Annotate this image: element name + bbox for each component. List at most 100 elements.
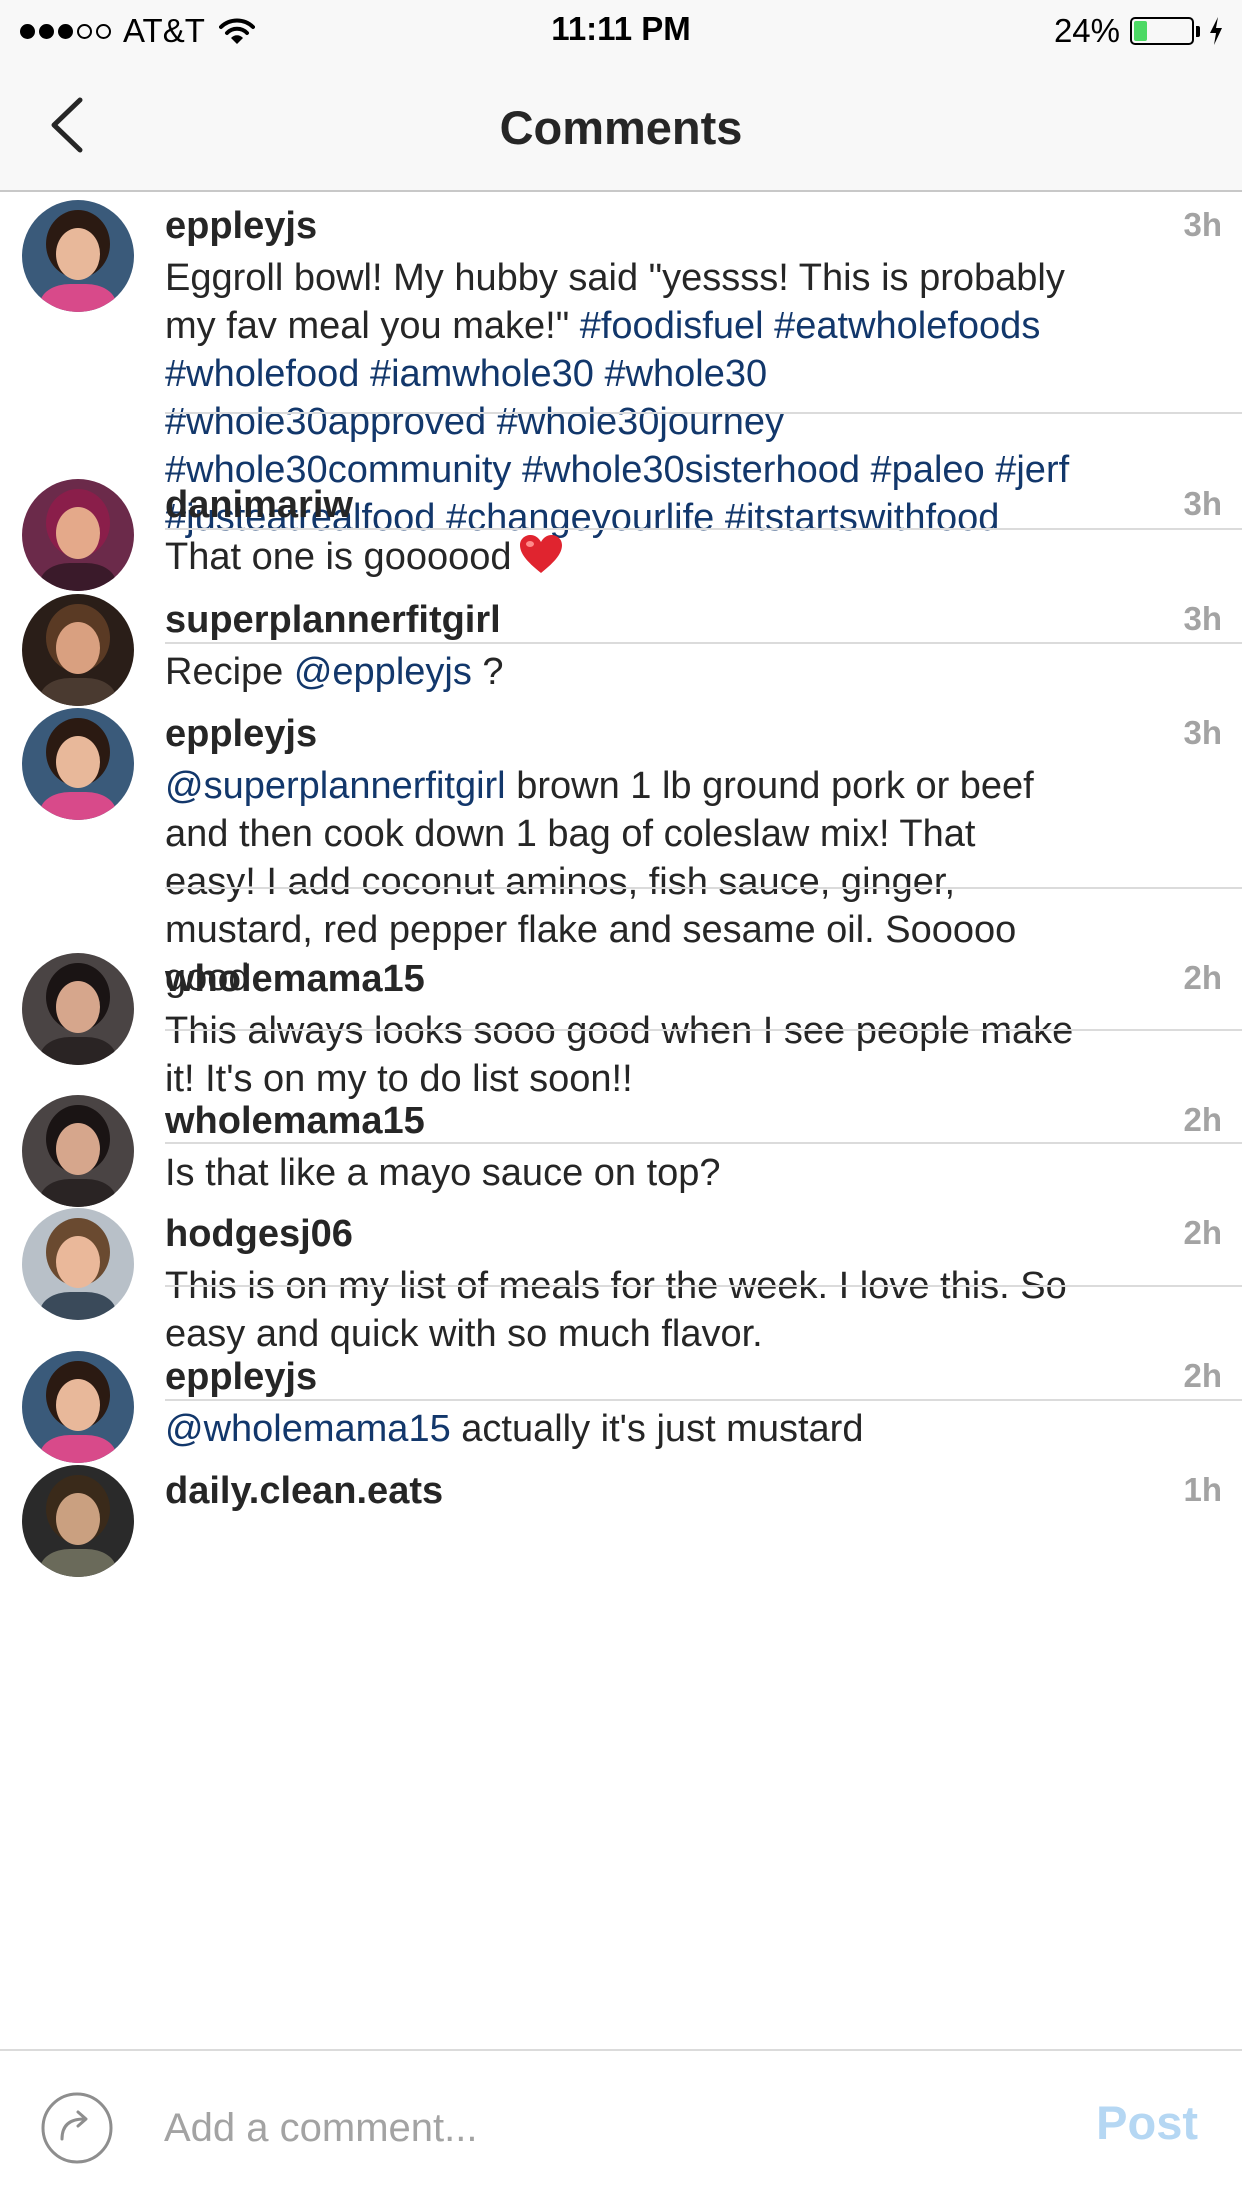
comment-body: wholemama15 2h Is that like a mayo sauce o…: [165, 1099, 1222, 1197]
comment-username[interactable]: wholemama15: [165, 1099, 1222, 1143]
comment-body: superplannerfitgirl 3h Recipe @eppleyjs ?: [165, 598, 1222, 696]
comment-text-segment: easy! I add coconut aminos, fish sauce, …: [165, 861, 956, 903]
avatar[interactable]: [22, 594, 134, 706]
divider: [165, 642, 1242, 644]
divider: [165, 887, 1242, 889]
status-right: 24%: [1054, 10, 1224, 52]
comment-input[interactable]: [164, 2095, 1024, 2161]
comment-username[interactable]: eppleyjs: [165, 204, 1222, 248]
comment-timestamp: 1h: [1183, 1471, 1222, 1508]
mention-link[interactable]: @eppleyjs: [294, 651, 472, 693]
avatar[interactable]: [22, 479, 134, 591]
comment-username[interactable]: wholemama15: [165, 957, 1222, 1001]
comment-text: Recipe @eppleyjs ?: [165, 648, 1222, 696]
status-bar: AT&T 11:11 PM 24%: [0, 0, 1242, 62]
avatar[interactable]: [22, 1465, 134, 1577]
comment-text-segment: Recipe: [165, 651, 294, 693]
divider: [165, 528, 1242, 530]
comment-timestamp: 2h: [1183, 1101, 1222, 1138]
comment-text-segment: and then cook down 1 bag of coleslaw mix…: [165, 813, 976, 855]
divider: [165, 1285, 1242, 1287]
avatar[interactable]: [22, 1208, 134, 1320]
comment-text-line: Is that like a mayo sauce on top?: [165, 1149, 1222, 1197]
battery-percent: 24%: [1053, 12, 1120, 49]
navigation-bar: Comments: [0, 62, 1242, 192]
comment-text-line: #whole30approved #whole30journey: [165, 398, 1222, 446]
comment-timestamp: 2h: [1183, 1214, 1222, 1251]
post-button[interactable]: Post: [1096, 2095, 1198, 2150]
comment-body: daily.clean.eats 1h: [165, 1469, 1222, 1513]
hashtag-link[interactable]: #wholefood: [165, 353, 359, 395]
comment-text-line: Eggroll bowl! My hubby said "yessss! Thi…: [165, 254, 1222, 302]
comment-text-line: Recipe @eppleyjs ?: [165, 648, 1222, 696]
avatar[interactable]: [22, 1095, 134, 1207]
comment-text-line: That one is goooood: [165, 533, 1222, 581]
comment-text-line: easy and quick with so much flavor.: [165, 1310, 1222, 1358]
comment-username[interactable]: daily.clean.eats: [165, 1469, 1222, 1513]
divider: [165, 412, 1242, 414]
battery-icon: [1130, 17, 1194, 45]
hashtag-link[interactable]: #eatwholefoods: [774, 305, 1040, 347]
comment-text-segment: That one is goooood: [165, 536, 512, 578]
comment-timestamp: 3h: [1183, 600, 1222, 637]
avatar[interactable]: [22, 200, 134, 312]
page-title: Comments: [499, 101, 743, 154]
comment-text-segment: Eggroll bowl! My hubby said "yessss! Thi…: [165, 257, 1065, 299]
charging-bolt-icon: [1210, 17, 1222, 45]
comment-text-segment: it! It's on my to do list soon!!: [165, 1058, 633, 1100]
battery-level: [1134, 21, 1148, 41]
hashtag-link[interactable]: #whole30journey: [497, 401, 784, 443]
comment-username[interactable]: danimariw: [165, 483, 1222, 527]
comment-text-line: #wholefood #iamwhole30 #whole30: [165, 350, 1222, 398]
hashtag-link[interactable]: #foodisfuel: [580, 305, 764, 347]
comment-body: eppleyjs 2h @wholemama15 actually it's jus…: [165, 1355, 1222, 1453]
comment-text-segment: actually it's just mustard: [450, 1408, 864, 1450]
comment-text-segment: [594, 353, 605, 395]
comment-username[interactable]: superplannerfitgirl: [165, 598, 1222, 642]
comment-text-segment: ?: [471, 651, 504, 693]
comment-text-segment: Is that like a mayo sauce on top?: [165, 1152, 721, 1194]
comment-text-line: mustard, red pepper flake and sesame oil…: [165, 906, 1222, 954]
comment-text-line: @wholemama15 actually it's just mustard: [165, 1405, 1222, 1453]
hashtag-link[interactable]: #iamwhole30: [370, 353, 594, 395]
comment-username[interactable]: hodgesj06: [165, 1212, 1222, 1256]
divider: [165, 1399, 1242, 1401]
comment-composer: Post: [0, 2049, 1242, 2208]
comment-text-segment: [764, 305, 775, 347]
comment-text-segment: mustard, red pepper flake and sesame oil…: [165, 909, 1017, 951]
avatar[interactable]: [22, 708, 134, 820]
comment-text: That one is goooood: [165, 533, 1222, 581]
mention-link[interactable]: @wholemama15: [165, 1408, 451, 1450]
comment-text-line: @superplannerfitgirl brown 1 lb ground p…: [165, 762, 1222, 810]
comments-list[interactable]: eppleyjs 3h Eggroll bowl! My hubby said "y…: [0, 192, 1242, 2049]
comment-text-line: This always looks sooo good when I see p…: [165, 1007, 1222, 1055]
comment-timestamp: 3h: [1183, 714, 1222, 751]
heart-emoji-icon: [519, 535, 562, 573]
hashtag-link[interactable]: #whole30: [604, 353, 767, 395]
comment-text-segment: brown 1 lb ground pork or beef: [505, 765, 1034, 807]
comment-text-segment: [486, 401, 497, 443]
comment-text-segment: easy and quick with so much flavor.: [165, 1313, 763, 1355]
comment-timestamp: 2h: [1183, 959, 1222, 996]
comment-timestamp: 3h: [1183, 206, 1222, 243]
comment-text-segment: my fav meal you make!": [165, 305, 580, 347]
comment-username[interactable]: eppleyjs: [165, 1355, 1222, 1399]
comment-text-segment: This always looks sooo good when I see p…: [165, 1010, 1074, 1052]
comment-body: danimariw 3h That one is goooood: [165, 483, 1222, 581]
comment-text-segment: [359, 353, 370, 395]
divider: [165, 1029, 1242, 1031]
comment-text-line: it! It's on my to do list soon!!: [165, 1055, 1222, 1103]
hashtag-link[interactable]: #whole30approved: [165, 401, 486, 443]
share-arrow-icon[interactable]: [40, 2091, 114, 2165]
comment-timestamp: 3h: [1183, 485, 1222, 522]
comment-text-line: and then cook down 1 bag of coleslaw mix…: [165, 810, 1222, 858]
comment-timestamp: 2h: [1183, 1357, 1222, 1394]
avatar[interactable]: [22, 1351, 134, 1463]
comment-text-line: my fav meal you make!" #foodisfuel #eatw…: [165, 302, 1222, 350]
comment-text-line: easy! I add coconut aminos, fish sauce, …: [165, 858, 1222, 906]
comment-text: This always looks sooo good when I see p…: [165, 1007, 1222, 1103]
mention-link[interactable]: @superplannerfitgirl: [165, 765, 506, 807]
avatar[interactable]: [22, 953, 134, 1065]
divider: [165, 1142, 1242, 1144]
comment-username[interactable]: eppleyjs: [165, 712, 1222, 756]
